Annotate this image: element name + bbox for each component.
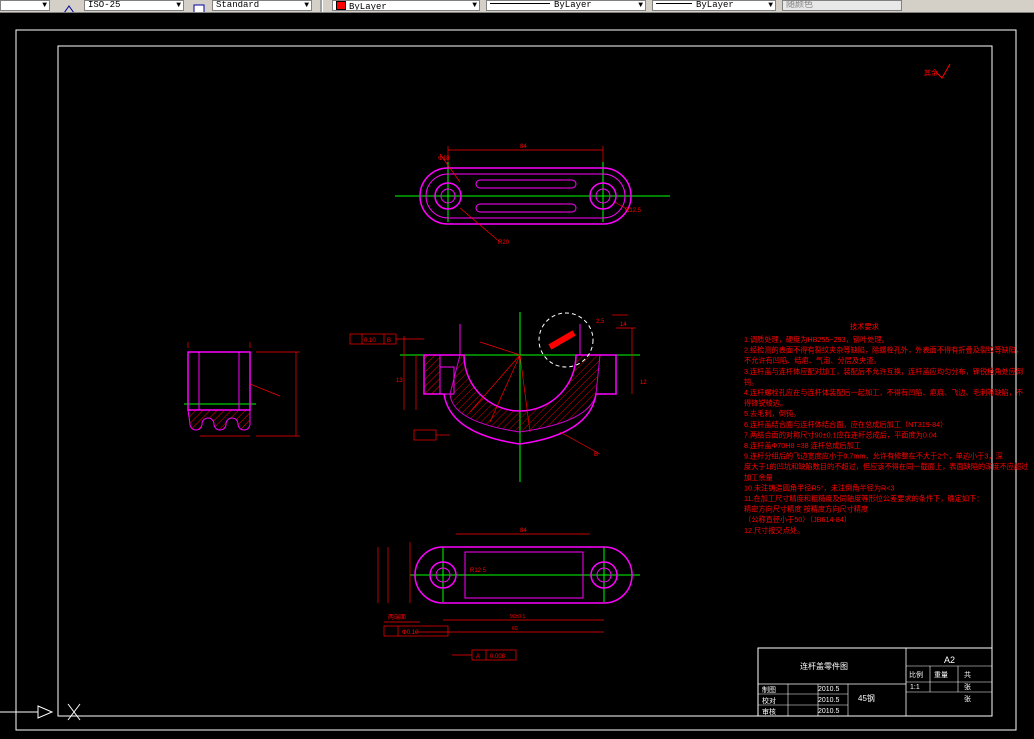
front-dim-right: 12 [640, 380, 647, 386]
chevron-down-icon: ▼ [304, 1, 309, 10]
title-block-drawing-name: 连杆盖零件图 [800, 661, 848, 671]
tech-req-line: 2.经检测的表面不得有裂纹夹杂等缺陷，除螺栓孔外，外表面不得有折叠及裂纹等缺陷， [744, 346, 1023, 355]
top-view-tilt-note: R20 [498, 240, 510, 246]
toolbar-separator [320, 0, 323, 12]
title-block-role-check: 校对 [762, 696, 776, 705]
chevron-down-icon: ▼ [472, 1, 477, 10]
front-tol-value: 0.10 [364, 338, 376, 344]
tech-req-line: 精密方向尺寸精度 按精度方向尺寸精度 [744, 505, 868, 514]
front-tol-ref: B [387, 338, 391, 344]
title-block-date-review: 2010.5 [818, 708, 840, 715]
title-block-date-check: 2010.5 [818, 697, 840, 704]
toolbar-dropdown-arrow-left[interactable]: ▼ [0, 0, 50, 11]
front-dim-bottom: B [594, 452, 598, 458]
color-control-dropdown[interactable]: ByLayer ▼ [332, 0, 480, 11]
tech-req-line: 10.未注铸造圆角半径R5°，未注倒角半径为R<3 [744, 483, 894, 492]
tech-req-line: 11.在加工尺寸精度和粗糙度及同轴度等形位公差要求的条件下，确定如下： [744, 494, 983, 503]
title-block-header-scale: 比例 [909, 670, 923, 679]
dimension-style-icon[interactable] [62, 0, 76, 12]
bottom-flatness-frame: 0.008 A [452, 649, 517, 661]
chevron-down-icon: ▼ [768, 1, 773, 10]
tech-req-line: 9.连杆分组后的飞边宽度应小于0.7mm，允许有修整在不大于2个，单边小于3，深 [744, 452, 1003, 461]
plotstyle-value: 随颜色 [786, 0, 814, 10]
dimension-style-dropdown[interactable]: ISO-25 ▼ [84, 0, 184, 11]
front-dim-left: 13 [396, 378, 403, 384]
front-datum-label [413, 429, 450, 441]
lineweight-control-dropdown[interactable]: ByLayer ▼ [652, 0, 776, 11]
bottom-flatness-value: 0.008 [490, 654, 506, 660]
ucs-icon [0, 703, 81, 721]
tech-req-line: 钝。 [744, 377, 758, 386]
bottom-flatness-ref: A [476, 654, 480, 660]
title-block-scale-value: 1:1 [910, 684, 920, 691]
top-view-r-note: R12.5 [625, 208, 642, 214]
bottom-width-dim: 84 [520, 528, 527, 534]
tech-req-line: 6.连杆盖结合面与连杆体结合面，应在总成后加工（NT319-84） [744, 420, 947, 429]
left-side-view [184, 342, 300, 437]
bottom-lower-dim: 90±0.1 [510, 614, 525, 620]
technical-requirements: 技术要求 1.调质处理，硬度为HB255~293，铆叶处理。 2.经检测的表面不得… [744, 322, 1028, 535]
title-block-role-draw: 制图 [762, 685, 776, 694]
tech-req-line: 12.尺寸按交点处。 [744, 526, 804, 535]
front-view: 2.5 14 12 13 B 0.10 B [349, 312, 647, 482]
linetype-sample [490, 3, 550, 4]
text-style-value: Standard [216, 0, 260, 10]
roughness-symbol: 其余 [924, 63, 951, 79]
title-block-sheet-count-label: 张 [964, 682, 971, 691]
tech-req-title: 技术要求 [850, 322, 879, 331]
top-view-hole-note: Φ18 [438, 156, 450, 162]
bottom-overall-dim: 60 [512, 626, 518, 632]
tech-req-line: 3.连杆盖与连杆体应配对加工，装配后不允许互换，连杆盖应均匀分布，锋锐棱角处应倒 [744, 367, 1023, 376]
title-block-sheet-label: 张 [964, 694, 971, 703]
title-block-date-draw: 2010.5 [818, 686, 840, 693]
front-tolerance-frame: 0.10 B [349, 333, 424, 345]
front-dim-2: 14 [620, 322, 627, 328]
tech-req-line: 度大于1的凹坑和缺陷数目的不超过，但应该不得在同一截面上，表面缺陷的深度不应超过 [744, 462, 1028, 471]
top-view-width-dim: 84 [520, 144, 527, 150]
tech-req-line: 4.连杆螺栓孔应在与连杆体装配后一起加工，不得有凹陷、疤痕、飞边、毛刺等缺陷，不 [744, 388, 1023, 397]
title-block-header-weight: 重量 [934, 671, 948, 679]
tech-req-line: 不允许有凹陷、结疤、气泡、分层及夹渣。 [744, 356, 881, 365]
tech-req-line: 7.两结合面的对称尺寸90±0.1应在连杆总成后，平面度为0.04 [744, 430, 937, 439]
bottom-note: 两端面 [388, 613, 406, 621]
lineweight-sample [656, 3, 692, 4]
color-value: ByLayer [349, 2, 387, 11]
top-view: 84 Φ18 R12.5 R20 [395, 144, 670, 246]
text-style-dropdown[interactable]: Standard ▼ [212, 0, 312, 11]
title-block: 连杆盖零件图 A2 比例 重量 共 1:1 张 张 制图 校对 审核 2010.… [757, 647, 993, 717]
bottom-mid-dim: R12.5 [470, 568, 487, 574]
tech-req-line: 1.调质处理，硬度为HB255~293，铆叶处理。 [744, 335, 889, 344]
front-dim-1: 2.5 [596, 319, 605, 325]
tech-req-line: 5.去毛刺，倒钝。 [744, 409, 800, 418]
bottom-tolerance-frame: Φ0.10 [383, 625, 449, 637]
dimension-style-value: ISO-25 [88, 0, 121, 10]
paper-outer-border [15, 29, 1017, 731]
text-style-icon[interactable] [192, 0, 206, 12]
title-block-header-total: 共 [964, 670, 971, 679]
plotstyle-control-dropdown[interactable]: 随颜色 [782, 0, 902, 11]
bottom-view: 84 R12.5 90±0.1 60 两端面 Φ0.10 0.008 A [377, 528, 640, 661]
linetype-control-dropdown[interactable]: ByLayer ▼ [486, 0, 646, 11]
title-block-sheet-size: A2 [944, 655, 955, 665]
linetype-value: ByLayer [554, 0, 592, 10]
title-block-role-review: 审核 [762, 707, 776, 716]
drawing-canvas[interactable]: 其余 84 Φ18 R12.5 R20 2.5 14 12 13 B 0.10 … [0, 12, 1034, 739]
lineweight-value: ByLayer [696, 0, 734, 10]
tech-req-line: （公称直径小于50）（JB614-84） [744, 515, 851, 524]
bottom-tol-value: Φ0.10 [402, 630, 419, 636]
chevron-down-icon: ▼ [176, 1, 181, 10]
tech-req-line: 8.连杆盖Φ70H8 =38 连杆总成后加工 [744, 441, 861, 450]
chevron-down-icon: ▼ [638, 1, 643, 10]
tech-req-line: 加工余量 [744, 473, 773, 482]
color-swatch-icon [336, 1, 346, 10]
chevron-down-icon: ▼ [42, 1, 47, 10]
title-block-material: 45钢 [858, 693, 875, 703]
tech-req-line: 得锋锐棱边。 [744, 399, 787, 408]
